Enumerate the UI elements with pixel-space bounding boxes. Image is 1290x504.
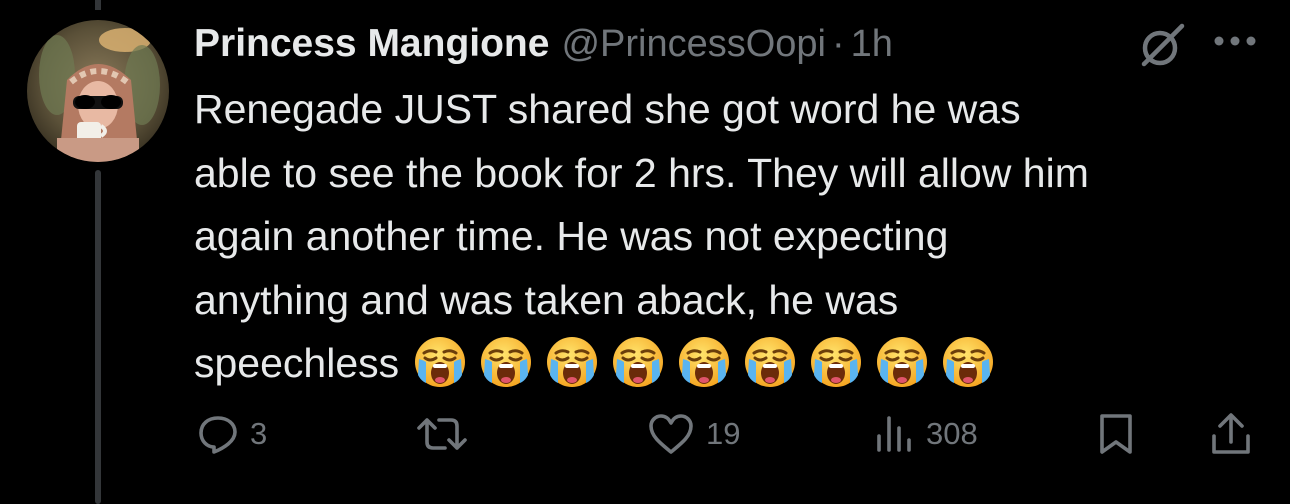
bookmark-icon xyxy=(1100,414,1132,454)
grok-icon[interactable] xyxy=(1138,22,1186,70)
view-count: 308 xyxy=(926,416,978,451)
author-name[interactable]: Princess Mangione xyxy=(194,22,549,66)
tweet-header: Princess Mangione @PrincessOopi · 1h xyxy=(194,18,893,70)
avatar-image xyxy=(27,20,169,162)
loudly-crying-face-icon xyxy=(547,337,598,387)
reply-button[interactable]: 3 xyxy=(198,408,267,460)
views-button[interactable]: 308 xyxy=(874,408,978,460)
author-handle[interactable]: @PrincessOopi xyxy=(561,23,826,66)
loudly-crying-face-icon xyxy=(613,337,664,387)
reply-icon xyxy=(199,416,237,454)
views-icon xyxy=(877,416,911,452)
avatar[interactable] xyxy=(27,20,169,162)
loudly-crying-face-icon xyxy=(943,337,994,387)
loudly-crying-face-icon xyxy=(679,337,730,387)
loudly-crying-face-icon xyxy=(415,337,466,387)
share-button[interactable] xyxy=(1210,408,1252,460)
header-separator: · xyxy=(832,22,845,65)
loudly-crying-face-icon xyxy=(481,337,532,387)
share-icon xyxy=(1212,413,1250,454)
reply-count: 3 xyxy=(250,416,268,451)
heart-icon xyxy=(649,414,693,454)
bookmark-button[interactable] xyxy=(1098,408,1134,460)
loudly-crying-face-icon xyxy=(745,337,796,387)
like-count: 19 xyxy=(706,416,741,451)
loudly-crying-face-icon xyxy=(877,337,928,387)
tweet-timestamp[interactable]: 1h xyxy=(851,23,893,66)
action-bar: 3 19 308 xyxy=(0,408,1290,460)
more-options-icon[interactable] xyxy=(1212,34,1258,48)
like-button[interactable]: 19 xyxy=(648,408,740,460)
repost-icon xyxy=(417,418,467,450)
emoji-row xyxy=(399,337,995,387)
thread-line-top xyxy=(95,0,101,10)
repost-button[interactable] xyxy=(416,408,468,460)
loudly-crying-face-icon xyxy=(811,337,862,387)
tweet-text: Renegade JUST shared she got word he was… xyxy=(194,78,1254,396)
